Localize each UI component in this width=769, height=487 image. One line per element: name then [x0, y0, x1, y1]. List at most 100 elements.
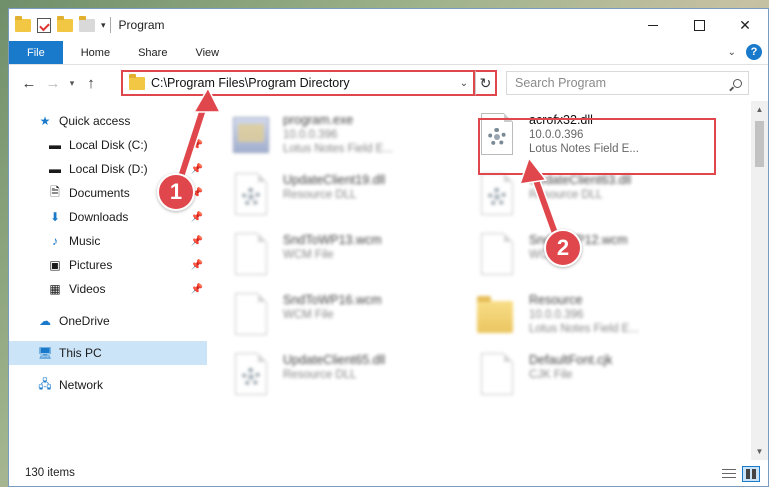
- scroll-up-icon[interactable]: ▲: [751, 101, 768, 118]
- file-explorer-window: ▾ Program ✕ File Home Share View ⌄ ? ← →…: [8, 8, 769, 487]
- document-icon: [231, 233, 271, 279]
- documents-icon: 🗎: [50, 184, 60, 199]
- file-name: SndToWP13.wcm: [283, 233, 382, 247]
- help-icon[interactable]: ?: [746, 44, 762, 60]
- pin-icon: 📌: [190, 211, 203, 223]
- minimize-button[interactable]: [630, 9, 676, 41]
- nav-label: Quick access: [59, 114, 131, 128]
- file-version: 10.0.0.396: [283, 129, 338, 141]
- nav-this-pc[interactable]: 🖥 This PC: [9, 341, 207, 365]
- nav-network[interactable]: 🖧 Network: [9, 373, 207, 397]
- file-name: DefaultFont.cjk: [529, 353, 613, 367]
- file-name: UpdateClient19.dll: [283, 173, 386, 187]
- file-item[interactable]: UpdateClient63.dll Resource DLL: [477, 165, 723, 225]
- refresh-button[interactable]: ↻: [475, 70, 497, 96]
- window-controls: ✕: [630, 9, 768, 41]
- nav-label: Local Disk (D:): [69, 162, 148, 176]
- details-view-button[interactable]: [720, 466, 738, 482]
- nav-quick-access[interactable]: ★ Quick access: [9, 109, 207, 133]
- cloud-icon: ☁: [39, 314, 51, 328]
- file-type: Resource DLL: [283, 369, 357, 381]
- scroll-thumb[interactable]: [755, 121, 764, 167]
- nav-label: Music: [69, 234, 101, 248]
- pin-icon: 📌: [190, 139, 203, 151]
- scroll-down-icon[interactable]: ▼: [751, 443, 768, 460]
- customize-toolbar-icon[interactable]: ▾: [101, 20, 106, 31]
- file-item[interactable]: SndToWP12.wcmWCM File: [477, 225, 723, 285]
- downloads-icon: ⬇: [49, 210, 61, 224]
- vertical-scrollbar[interactable]: ▲ ▼: [751, 101, 768, 460]
- file-description: Lotus Notes Field E...: [529, 323, 639, 335]
- address-row: ← → ▾ ↑ C:\Program Files\Program Directo…: [9, 65, 768, 101]
- tab-view[interactable]: View: [181, 41, 233, 64]
- nav-label: This PC: [59, 346, 102, 360]
- file-item[interactable]: DefaultFont.cjk CJK File: [477, 345, 723, 405]
- folder-icon: [15, 15, 31, 32]
- tab-file[interactable]: File: [9, 41, 63, 64]
- nav-label: Videos: [69, 282, 106, 296]
- pin-icon: 📌: [190, 283, 203, 295]
- large-icons-view-button[interactable]: [742, 466, 760, 482]
- file-item[interactable]: Resource 10.0.0.396 Lotus Notes Field E...: [477, 285, 723, 345]
- title-separator: [109, 17, 111, 33]
- file-item[interactable]: SndToWP16.wcm WCM File: [231, 285, 477, 345]
- address-bar[interactable]: C:\Program Files\Program Directory ⌄: [121, 70, 475, 96]
- drive-icon: ▬: [49, 162, 61, 176]
- rename-icon[interactable]: [79, 15, 95, 32]
- nav-onedrive[interactable]: ☁ OneDrive: [9, 309, 207, 333]
- file-item[interactable]: program.exe 10.0.0.396 Lotus Notes Field E…: [231, 105, 477, 165]
- file-list-pane: program.exe 10.0.0.396 Lotus Notes Field E…: [207, 101, 768, 460]
- tab-home[interactable]: Home: [67, 41, 124, 64]
- item-count: 130 items: [25, 467, 75, 479]
- search-box[interactable]: [506, 71, 749, 95]
- up-button[interactable]: ↑: [79, 75, 103, 92]
- back-button[interactable]: ←: [17, 75, 41, 92]
- computer-icon: 🖥: [37, 346, 53, 360]
- file-item[interactable]: SndToWP13.wcm WCM File: [231, 225, 477, 285]
- recent-locations-icon[interactable]: ▾: [65, 78, 79, 89]
- nav-label: Pictures: [69, 258, 113, 272]
- folder-icon: [477, 293, 517, 339]
- address-path[interactable]: C:\Program Files\Program Directory: [151, 76, 455, 90]
- tab-share[interactable]: Share: [124, 41, 181, 64]
- search-icon[interactable]: [726, 78, 748, 88]
- videos-icon: ▦: [49, 282, 61, 296]
- dll-gear-icon: [231, 173, 271, 219]
- forward-button[interactable]: →: [41, 75, 65, 92]
- nav-label: OneDrive: [59, 314, 110, 328]
- close-button[interactable]: ✕: [722, 9, 768, 41]
- file-name: SndToWP16.wcm: [283, 293, 382, 307]
- document-icon: [477, 233, 517, 279]
- annotation-badge-2: 2: [544, 229, 582, 267]
- folder-icon: [129, 73, 145, 90]
- search-input[interactable]: [515, 76, 726, 90]
- expand-ribbon-icon[interactable]: ⌄: [728, 47, 736, 58]
- file-version: 10.0.0.396: [529, 309, 584, 321]
- view-buttons: [720, 466, 760, 482]
- window-title: Program: [118, 18, 165, 32]
- ribbon-right-controls: ⌄ ?: [728, 44, 762, 60]
- file-item[interactable]: UpdateClient65.dll Resource DLL: [231, 345, 477, 405]
- maximize-button[interactable]: [676, 9, 722, 41]
- new-folder-icon[interactable]: [57, 15, 73, 32]
- nav-item-music[interactable]: ♪ Music 📌: [9, 229, 207, 253]
- nav-label: Local Disk (C:): [69, 138, 148, 152]
- nav-item-videos[interactable]: ▦ Videos 📌: [9, 277, 207, 301]
- file-item[interactable]: UpdateClient19.dll Resource DLL: [231, 165, 477, 225]
- file-name: UpdateClient65.dll: [283, 353, 386, 367]
- nav-label: Downloads: [69, 210, 129, 224]
- close-icon: ✕: [739, 16, 751, 33]
- file-type: WCM File: [283, 309, 334, 321]
- nav-item-local-disk-c[interactable]: ▬ Local Disk (C:) 📌: [9, 133, 207, 157]
- file-name: acrofx32.dll: [529, 113, 593, 127]
- annotation-badge-1: 1: [157, 173, 195, 211]
- nav-item-pictures[interactable]: ▣ Pictures 📌: [9, 253, 207, 277]
- file-type: Resource DLL: [529, 189, 603, 201]
- document-icon: [231, 293, 271, 339]
- file-description: Lotus Notes Field E...: [529, 143, 639, 155]
- properties-icon[interactable]: [37, 17, 51, 33]
- refresh-icon: ↻: [479, 74, 492, 91]
- file-item-acrofx32[interactable]: acrofx32.dll 10.0.0.396 Lotus Notes Field …: [477, 105, 723, 165]
- pin-icon: 📌: [190, 259, 203, 271]
- address-dropdown-icon[interactable]: ⌄: [455, 78, 473, 89]
